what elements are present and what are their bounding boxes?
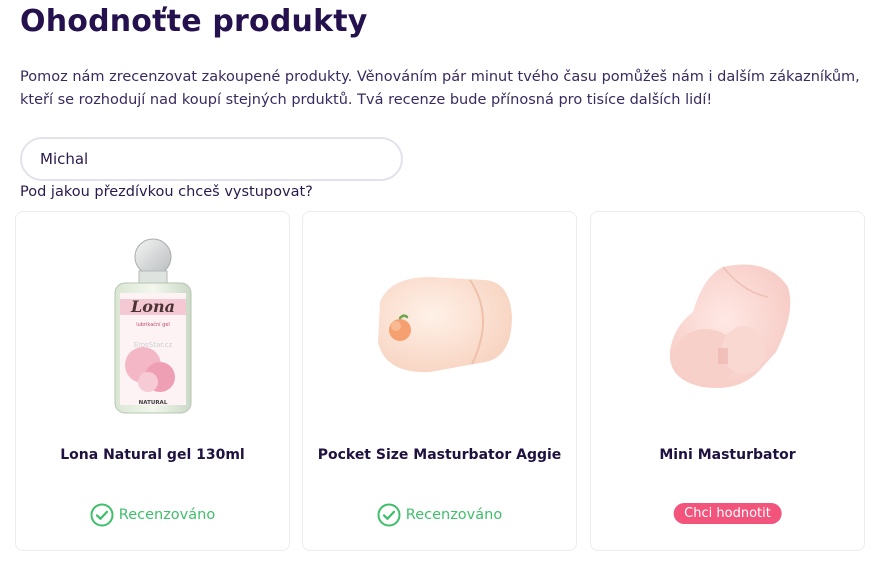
reviewed-status: Recenzováno [303, 503, 576, 527]
pocket-masturbator-icon [377, 277, 512, 373]
bottle-subtitle-text: lubrikační gel [136, 321, 170, 328]
mini-masturbator-icon [669, 264, 790, 388]
intro-text: Pomoz nám zrecenzovat zakoupené produkty… [20, 69, 860, 108]
lubricant-bottle-icon: Lona lubrikační gel ErosStar.cz NATURAL [114, 238, 191, 414]
nickname-label: Pod jakou přezdívkou chceš vystupovat? [20, 184, 313, 200]
product-name: Lona Natural gel 130ml [60, 447, 245, 463]
product-image [303, 232, 576, 422]
product-image: Lona lubrikační gel ErosStar.cz NATURAL [16, 232, 289, 422]
check-circle-icon [377, 503, 401, 527]
product-image [591, 232, 864, 422]
product-card-aggie: Pocket Size Masturbator Aggie Recenzován… [302, 211, 577, 551]
bottle-watermark-text: ErosStar.cz [133, 341, 172, 349]
rate-button[interactable]: Chci hodnotit [673, 503, 782, 524]
nickname-input[interactable] [20, 137, 403, 181]
bottle-variant-text: NATURAL [138, 400, 167, 406]
reviewed-status-label: Recenzováno [118, 507, 216, 523]
reviewed-status-label: Recenzováno [405, 507, 503, 523]
product-name: Pocket Size Masturbator Aggie [317, 447, 562, 463]
product-card-lona: Lona lubrikační gel ErosStar.cz NATURAL … [15, 211, 290, 551]
bottle-brand-text: Lona [130, 297, 175, 316]
product-name: Mini Masturbator [659, 447, 796, 463]
reviewed-status: Recenzováno [16, 503, 289, 527]
product-card-mini: Mini Masturbator Chci hodnotit [590, 211, 865, 551]
check-circle-icon [90, 503, 114, 527]
page-title: Ohodnoťte produkty [20, 4, 368, 39]
